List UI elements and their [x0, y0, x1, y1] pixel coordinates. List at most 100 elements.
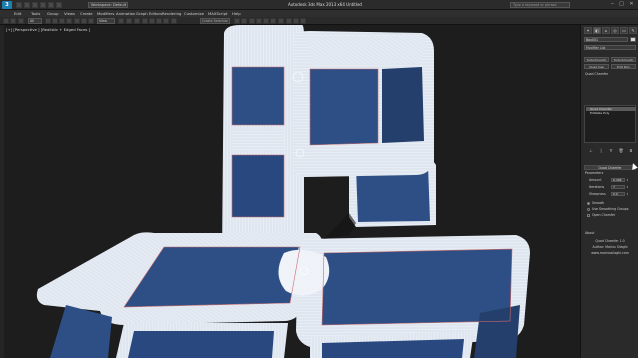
menu-graph-editors[interactable]: Graph Editors — [136, 11, 162, 16]
quad-chamfer-rollout[interactable]: Quad Chamfer — [584, 165, 636, 170]
viewport-label[interactable]: [+] [Perspective ] [Realistic + Edged Fa… — [6, 27, 90, 32]
show-end-result-icon[interactable]: | — [598, 148, 604, 154]
menu-maxscript[interactable]: MAXScript — [208, 11, 228, 16]
menu-tools[interactable]: Tools — [31, 11, 40, 16]
move-icon[interactable] — [74, 18, 80, 24]
iterations-field[interactable]: 7 — [611, 185, 625, 189]
open-chamfer-label: Open Chamfer — [592, 213, 616, 217]
modifier-list-select[interactable]: Modifier List — [584, 45, 636, 50]
iterations-label: Iterations — [589, 185, 605, 189]
percent-snap-icon[interactable] — [156, 18, 162, 24]
modifier-stack: Quad Chamfer Editable Poly — [584, 105, 636, 143]
select-object-icon[interactable] — [45, 18, 51, 24]
menu-modifiers[interactable]: Modifiers — [97, 11, 114, 16]
redo-icon[interactable] — [10, 18, 16, 24]
open-chamfer-option[interactable]: Open Chamfer — [587, 213, 615, 218]
named-selection-input[interactable]: Create Selection Se — [200, 18, 230, 24]
menu-group[interactable]: Group — [47, 11, 59, 16]
title-bar: 3 Workspace: Default Autodesk 3ds Max 20… — [0, 0, 638, 10]
minimize-button[interactable]: ‒ — [608, 1, 617, 8]
stack-item-editable-poly[interactable]: Editable Poly — [586, 111, 636, 115]
link-icon[interactable] — [18, 18, 24, 24]
new-file-icon[interactable] — [16, 2, 22, 8]
menu-views[interactable]: Views — [64, 11, 75, 16]
quad-cap-button[interactable]: Quad Cap — [584, 64, 609, 69]
spinner-snap-icon[interactable] — [163, 18, 169, 24]
menu-rendering[interactable]: Rendering — [162, 11, 181, 16]
redo-icon[interactable] — [48, 2, 54, 8]
app-logo-icon[interactable]: 3 — [2, 1, 12, 9]
curve-editor-icon[interactable] — [263, 18, 269, 24]
schematic-view-icon[interactable] — [270, 18, 276, 24]
menu-animation[interactable]: Animation — [116, 11, 135, 16]
selection-filter-select[interactable]: All — [28, 18, 42, 24]
modify-tab-icon[interactable]: ◐ — [593, 27, 601, 34]
turbosmooth-button-1[interactable]: TurboSmooth — [584, 57, 609, 62]
material-editor-icon[interactable] — [278, 18, 284, 24]
render-production-icon[interactable] — [300, 18, 306, 24]
menu-bar: Edit Tools Group Views Create Modifiers … — [0, 10, 638, 17]
layer-manager-icon[interactable] — [249, 18, 255, 24]
object-color-swatch[interactable] — [630, 37, 636, 42]
menu-create[interactable]: Create — [80, 11, 93, 16]
close-button[interactable]: ✕ — [627, 1, 636, 8]
scale-icon[interactable] — [88, 18, 94, 24]
mesh-upper-arm — [292, 31, 434, 177]
edit-named-selection-icon[interactable] — [171, 18, 177, 24]
perspective-viewport[interactable]: [+] [Perspective ] [Realistic + Edged Fa… — [4, 25, 580, 358]
turbosmooth-button-2[interactable]: TurboSmooth — [611, 57, 636, 62]
smooth-option[interactable]: Smooth — [587, 201, 604, 206]
smooth-radio[interactable] — [587, 201, 590, 205]
search-input[interactable]: Type a keyword or phrase — [510, 2, 570, 8]
make-unique-icon[interactable]: ∀ — [608, 148, 614, 154]
maximize-button[interactable]: □ — [617, 1, 626, 8]
graphite-toggle-icon[interactable] — [256, 18, 262, 24]
sharpness-spinner-icon[interactable]: ⇕ — [626, 192, 629, 196]
workspace-select[interactable]: Workspace: Default — [88, 2, 128, 8]
amount-row: Amount 6,496 ⇕ — [589, 178, 635, 183]
motion-tab-icon[interactable]: ◎ — [611, 27, 619, 34]
use-smoothing-groups-radio[interactable] — [587, 207, 590, 211]
about-author: Author: Marius Silaghi — [592, 245, 628, 249]
open-chamfer-checkbox[interactable] — [587, 213, 590, 217]
mirror-icon[interactable] — [234, 18, 240, 24]
pin-stack-icon[interactable]: ⊥ — [588, 148, 594, 154]
menu-help[interactable]: Help — [232, 11, 241, 16]
menu-customize[interactable]: Customize — [184, 11, 204, 16]
amount-spinner-icon[interactable]: ⇕ — [626, 178, 629, 182]
reference-coordinate-select[interactable]: View — [97, 18, 115, 24]
align-icon[interactable] — [241, 18, 247, 24]
project-folder-icon[interactable] — [56, 2, 62, 8]
snaps-toggle-icon[interactable] — [142, 18, 148, 24]
select-by-name-icon[interactable] — [52, 18, 58, 24]
about-version: Quad Chamfer 1.0 — [595, 239, 625, 243]
render-setup-icon[interactable] — [286, 18, 292, 24]
about-website[interactable]: www.mariussilaghi.com — [584, 251, 636, 255]
window-crossing-icon[interactable] — [66, 18, 72, 24]
object-name-field[interactable]: Box001 — [584, 37, 628, 42]
hierarchy-tab-icon[interactable]: ⌂ — [602, 27, 610, 34]
utilities-tab-icon[interactable]: ✎ — [629, 27, 637, 34]
menu-edit[interactable]: Edit — [14, 11, 21, 16]
angle-snap-icon[interactable] — [149, 18, 155, 24]
iterations-row: Iterations 7 ⇕ — [589, 185, 635, 190]
sharpness-field[interactable]: 0,0 — [611, 192, 625, 196]
save-file-icon[interactable] — [32, 2, 38, 8]
pivot-center-icon[interactable] — [118, 18, 124, 24]
rendered-frame-icon[interactable] — [293, 18, 299, 24]
keyboard-shortcut-icon[interactable] — [134, 18, 140, 24]
undo-icon[interactable] — [40, 2, 46, 8]
remove-modifier-icon[interactable]: 🗑 — [618, 148, 624, 154]
rect-selection-icon[interactable] — [59, 18, 65, 24]
open-file-icon[interactable] — [24, 2, 30, 8]
rotate-icon[interactable] — [81, 18, 87, 24]
iterations-spinner-icon[interactable]: ⇕ — [626, 185, 629, 189]
undo-icon[interactable] — [3, 18, 9, 24]
use-smoothing-groups-option[interactable]: Use Smoothing Groups — [587, 207, 629, 212]
select-manipulate-icon[interactable] — [126, 18, 132, 24]
amount-field[interactable]: 6,496 — [611, 178, 625, 182]
edit-poly-button[interactable]: Edit Poly — [611, 64, 636, 69]
create-tab-icon[interactable]: ✦ — [584, 27, 592, 34]
configure-sets-icon[interactable]: ⌸ — [628, 148, 634, 154]
display-tab-icon[interactable]: ▭ — [620, 27, 628, 34]
